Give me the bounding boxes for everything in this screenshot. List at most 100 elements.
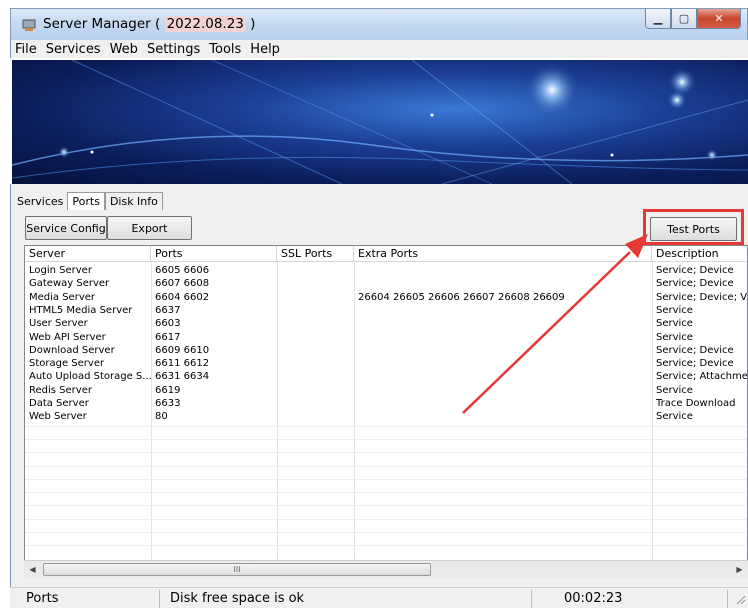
scrollbar-thumb[interactable]: III (43, 563, 431, 576)
cell-ports: 6603 (155, 318, 181, 330)
tab-services[interactable]: Services (13, 193, 67, 210)
scroll-left-icon[interactable]: ◀ (24, 561, 41, 578)
cell-ports: 6617 (155, 331, 181, 343)
column-header-server[interactable]: Server (25, 246, 151, 262)
minimize-button[interactable]: ▁ (645, 9, 671, 29)
cell-ports: 6605 6606 (155, 265, 210, 276)
cell-description: Service (656, 304, 693, 316)
cell-ssl-ports (277, 384, 354, 397)
cell-extra-ports (354, 331, 652, 344)
table-header: Server Ports SSL Ports Extra Ports Descr… (25, 246, 747, 262)
cell-extra-ports: 26604 26605 26606 26607 26608 26609 (358, 291, 565, 303)
table-row[interactable]: Media Server 6604 6602 26604 26605 26606 2… (25, 291, 747, 304)
menu-web[interactable]: Web (110, 42, 138, 57)
menu-settings[interactable]: Settings (147, 42, 200, 57)
cell-server: Media Server (29, 291, 96, 303)
cell-server: Login Server (29, 265, 92, 276)
header-banner-image (12, 60, 748, 184)
column-header-description[interactable]: Description (652, 246, 747, 262)
table-row[interactable]: Data Server 6633 Trace Download (25, 397, 747, 410)
cell-description: Service (656, 331, 693, 343)
cell-description: Service; Device (656, 265, 734, 276)
maximize-button[interactable]: ▢ (671, 9, 697, 29)
cell-ssl-ports (277, 397, 354, 410)
tab-strip: Services Ports Disk Info (13, 190, 163, 210)
app-icon (22, 19, 36, 31)
horizontal-scrollbar[interactable]: ◀ III ▶ (24, 560, 748, 577)
tab-ports[interactable]: Ports (67, 192, 105, 210)
cell-ssl-ports (277, 264, 354, 277)
cell-description: Service; Device; V (656, 291, 748, 303)
menu-tools[interactable]: Tools (209, 42, 241, 57)
status-bar: Ports Disk free space is ok 00:02:23 (10, 587, 748, 608)
cell-ssl-ports (277, 410, 354, 423)
cell-description: Service; Device (656, 278, 734, 290)
scroll-right-icon[interactable]: ▶ (731, 561, 748, 578)
cell-extra-ports (354, 317, 652, 330)
resize-grip-icon[interactable] (734, 593, 746, 605)
title-date: 2022.08.23 (164, 16, 246, 32)
menu-services[interactable]: Services (46, 42, 101, 57)
ports-table[interactable]: Server Ports SSL Ports Extra Ports Descr… (24, 245, 748, 575)
table-row[interactable]: Auto Upload Storage S... 6631 6634 Service… (25, 370, 747, 383)
tab-disk-info[interactable]: Disk Info (104, 192, 163, 210)
cell-ssl-ports (277, 357, 354, 370)
cell-description: Service; Attachme (656, 371, 748, 383)
status-pane-time: 00:02:23 (538, 590, 728, 608)
cell-extra-ports (354, 277, 652, 290)
cell-description: Service (656, 411, 693, 423)
table-row[interactable]: Redis Server 6619 Service (25, 384, 747, 397)
cell-description: Service; Device (656, 358, 734, 370)
column-header-ssl-ports[interactable]: SSL Ports (277, 246, 354, 262)
cell-ports: 6604 6602 (155, 291, 210, 303)
cell-description: Trace Download (656, 398, 736, 409)
cell-server: Auto Upload Storage S... (29, 371, 151, 383)
cell-ports: 6637 (155, 304, 181, 316)
table-row[interactable]: Web API Server 6617 Service (25, 331, 747, 344)
cell-description: Service; Device (656, 344, 734, 356)
cell-ports: 80 (155, 411, 168, 423)
cell-server: Data Server (29, 398, 89, 409)
menu-bar: File Services Web Settings Tools Help (10, 40, 748, 58)
cell-extra-ports (354, 357, 652, 370)
cell-ports: 6631 6634 (155, 371, 210, 383)
cell-ports: 6607 6608 (155, 278, 210, 290)
table-row[interactable]: Download Server 6609 6610 Service; Device (25, 344, 747, 357)
cell-server: Web API Server (29, 331, 106, 343)
menu-help[interactable]: Help (250, 42, 280, 57)
cell-ssl-ports (277, 291, 354, 304)
cell-server: User Server (29, 318, 88, 330)
cell-extra-ports (354, 264, 652, 277)
menu-file[interactable]: File (15, 42, 37, 57)
table-row[interactable]: HTML5 Media Server 6637 Service (25, 304, 747, 317)
window-title: Server Manager ( 2022.08.23 ) (43, 16, 256, 32)
table-row[interactable]: Login Server 6605 6606 Service; Device (25, 264, 747, 277)
cell-ports: 6619 (155, 384, 181, 396)
column-header-ports[interactable]: Ports (151, 246, 277, 262)
cell-server: Redis Server (29, 384, 92, 396)
table-row[interactable]: User Server 6603 Service (25, 317, 747, 330)
cell-ports: 6611 6612 (155, 358, 210, 370)
cell-extra-ports (354, 397, 652, 410)
test-ports-highlight-box (643, 209, 744, 245)
column-header-extra-ports[interactable]: Extra Ports (354, 246, 652, 262)
cell-extra-ports (354, 304, 652, 317)
table-row[interactable]: Web Server 80 Service (25, 410, 747, 423)
banner-graphic (12, 60, 748, 184)
title-bar: Server Manager ( 2022.08.23 ) ▁ ▢ ✕ (10, 8, 748, 40)
cell-ssl-ports (277, 370, 354, 383)
close-icon: ✕ (714, 12, 724, 25)
cell-extra-ports (354, 344, 652, 357)
close-button[interactable]: ✕ (697, 9, 741, 29)
maximize-icon: ▢ (678, 12, 690, 25)
table-row[interactable]: Gateway Server 6607 6608 Service; Device (25, 277, 747, 290)
cell-ssl-ports (277, 344, 354, 357)
cell-ssl-ports (277, 331, 354, 344)
status-pane-disk: Disk free space is ok (162, 590, 532, 608)
cell-server: HTML5 Media Server (29, 304, 133, 316)
cell-ssl-ports (277, 277, 354, 290)
service-config-button[interactable]: Service Config (25, 216, 107, 240)
export-button[interactable]: Export (107, 216, 192, 240)
table-row[interactable]: Storage Server 6611 6612 Service; Device (25, 357, 747, 370)
cell-ports: 6609 6610 (155, 344, 210, 356)
